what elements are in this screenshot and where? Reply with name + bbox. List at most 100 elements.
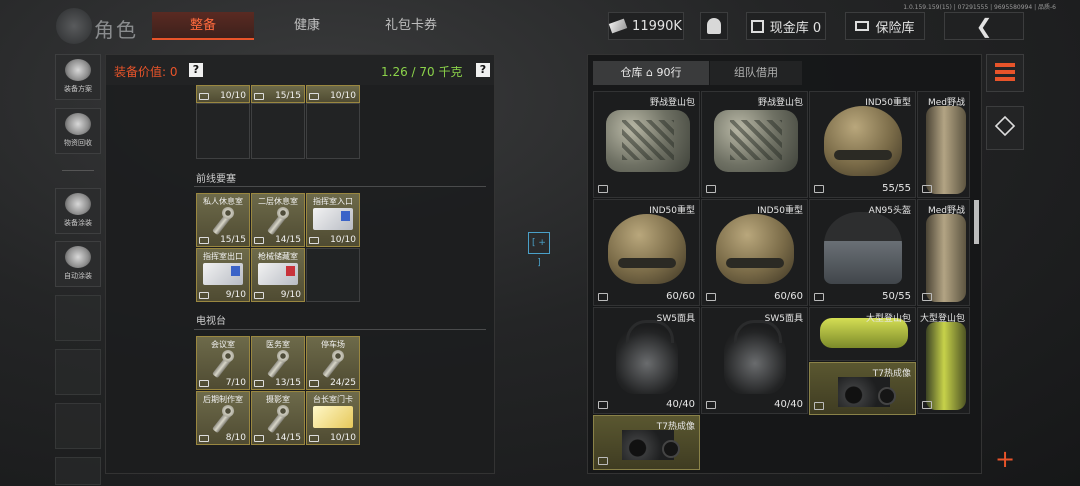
thermal-scope-icon: [838, 377, 896, 407]
key-item[interactable]: 医务室 13/15: [251, 336, 305, 390]
value-help-button[interactable]: ?: [189, 63, 203, 77]
key-item[interactable]: 摄影室 14/15: [251, 391, 305, 445]
key-icon: [206, 207, 238, 236]
key-icon: [261, 405, 293, 434]
currency-amount: 11990K: [632, 18, 682, 34]
keycard-item[interactable]: 指挥室出口 9/10: [196, 248, 250, 302]
tab-outfit[interactable]: 整备: [152, 12, 254, 40]
keycard-item[interactable]: 台长室门卡 10/10: [306, 391, 360, 445]
inventory-cell[interactable]: Med野战: [917, 199, 970, 306]
empty-slot[interactable]: [306, 103, 360, 159]
tab-warehouse[interactable]: 仓库 ⌂ 90行: [593, 61, 709, 85]
key-icon: [261, 207, 293, 236]
paint-button[interactable]: 装备涂装: [55, 188, 101, 234]
backpack-icon: [606, 110, 690, 172]
keycard-icon: [258, 263, 298, 285]
plus-icon: +: [994, 445, 1016, 473]
keycard-item[interactable]: 枪械储藏室 9/10: [251, 248, 305, 302]
inventory-cell[interactable]: IND50重型 60/60: [701, 199, 808, 306]
sidebar-empty-slot: [55, 295, 101, 341]
sleeping-bag-icon: [926, 106, 966, 194]
keycard-item[interactable]: 指挥室入口 10/10: [306, 193, 360, 247]
recycle-button[interactable]: 物资回收: [55, 108, 101, 154]
weight-help-button[interactable]: ?: [476, 63, 490, 77]
tab-health[interactable]: 健康: [256, 12, 358, 40]
page-title: 角色: [94, 18, 138, 42]
keycard-icon: [313, 406, 353, 428]
key-item[interactable]: 私人休息室 15/15: [196, 193, 250, 247]
inventory-cell[interactable]: Med野战: [917, 91, 970, 198]
tab-team-borrow[interactable]: 组队借用: [710, 61, 802, 85]
pouch-slot[interactable]: 15/15: [251, 85, 305, 103]
loadout-icon: [65, 59, 91, 81]
paint-label: 装备涂装: [64, 219, 92, 227]
key-item[interactable]: 二层休息室 14/15: [251, 193, 305, 247]
inventory-cell[interactable]: 野战登山包: [593, 91, 700, 198]
tab-gifts[interactable]: 礼包卡券: [360, 12, 462, 40]
character-logo-icon: [56, 8, 92, 44]
cash-vault-button[interactable]: 现金库 0: [746, 12, 826, 40]
trader-icon: [707, 18, 721, 34]
keycard-icon: [203, 263, 243, 285]
key-item[interactable]: 停车场 24/25: [306, 336, 360, 390]
key-icon: [206, 405, 238, 434]
gas-mask-icon: [616, 320, 678, 394]
layers-sort-icon: [995, 63, 1015, 81]
sidebar-divider: [62, 170, 94, 171]
auto-paint-button[interactable]: 自动涂装: [55, 241, 101, 287]
large-backpack-icon: [926, 322, 966, 410]
sidebar-empty-slot: [55, 457, 101, 485]
recycle-icon: [65, 113, 91, 135]
equipment-panel: 装备价值: 0 ? 1.26 / 70 千克 ? 10/10 15/15 10/…: [105, 54, 495, 474]
layers-icon: [994, 115, 1016, 137]
key-icon: [316, 350, 348, 379]
vault-icon: [750, 19, 764, 33]
recycle-label: 物资回收: [64, 139, 92, 147]
back-button[interactable]: ❮: [944, 12, 1024, 40]
key-icon: [206, 350, 238, 379]
version-text: 1.0.159.159(15) | 07291555 | 9695580994 …: [903, 4, 1056, 11]
auto-paint-icon: [65, 246, 91, 268]
helmet-icon: [716, 214, 794, 284]
backpack-icon: [714, 110, 798, 172]
warehouse-scrollbar[interactable]: [974, 200, 979, 244]
sidebar-empty-slot: [55, 403, 101, 449]
inventory-cell[interactable]: T7热成像: [593, 415, 700, 470]
key-item[interactable]: 会议室 7/10: [196, 336, 250, 390]
stack-button[interactable]: [986, 106, 1024, 150]
inventory-cell[interactable]: SW5面具 40/40: [593, 307, 700, 414]
loadout-button[interactable]: 装备方案: [55, 54, 101, 100]
section-divider: [194, 329, 486, 330]
helmet-icon: [824, 106, 902, 176]
thermal-scope-icon: [622, 430, 680, 460]
empty-slot[interactable]: [251, 103, 305, 159]
section-title: 前线要塞: [196, 174, 236, 185]
pouch-slot[interactable]: 10/10: [306, 85, 360, 103]
empty-slot[interactable]: [196, 103, 250, 159]
safe-button[interactable]: 保险库: [845, 12, 925, 40]
key-item[interactable]: 后期制作室 8/10: [196, 391, 250, 445]
pouch-slot[interactable]: 10/10: [196, 85, 250, 103]
inventory-cell[interactable]: 大型登山包: [917, 307, 970, 414]
inventory-cell[interactable]: 大型登山包: [809, 307, 916, 361]
inventory-cell[interactable]: AN95头盔 50/55: [809, 199, 916, 306]
inventory-cell[interactable]: IND50重型 60/60: [593, 199, 700, 306]
sort-button[interactable]: [986, 54, 1024, 92]
sidebar-empty-slot: [55, 349, 101, 395]
inventory-cell[interactable]: IND50重型 55/55: [809, 91, 916, 198]
safe-label: 保险库: [875, 20, 915, 36]
currency-display[interactable]: 11990K: [608, 12, 684, 40]
inventory-cell[interactable]: T7热成像: [809, 362, 916, 415]
helmet-icon: [608, 214, 686, 284]
empty-slot[interactable]: [306, 248, 360, 302]
add-row-button[interactable]: +: [986, 444, 1024, 474]
cash-vault-label: 现金库 0: [769, 20, 822, 36]
inventory-cell[interactable]: SW5面具 40/40: [701, 307, 808, 414]
safe-icon: [855, 21, 870, 31]
trader-button[interactable]: [700, 12, 728, 40]
inventory-cell[interactable]: 野战登山包: [701, 91, 808, 198]
warehouse-panel: 仓库 ⌂ 90行 组队借用 野战登山包 野战登山包 IND50重型 55/55 M…: [587, 54, 982, 474]
transfer-target-icon[interactable]: [ + ]: [528, 232, 550, 268]
gas-mask-icon: [724, 320, 786, 394]
sleeping-bag-icon: [926, 214, 966, 302]
